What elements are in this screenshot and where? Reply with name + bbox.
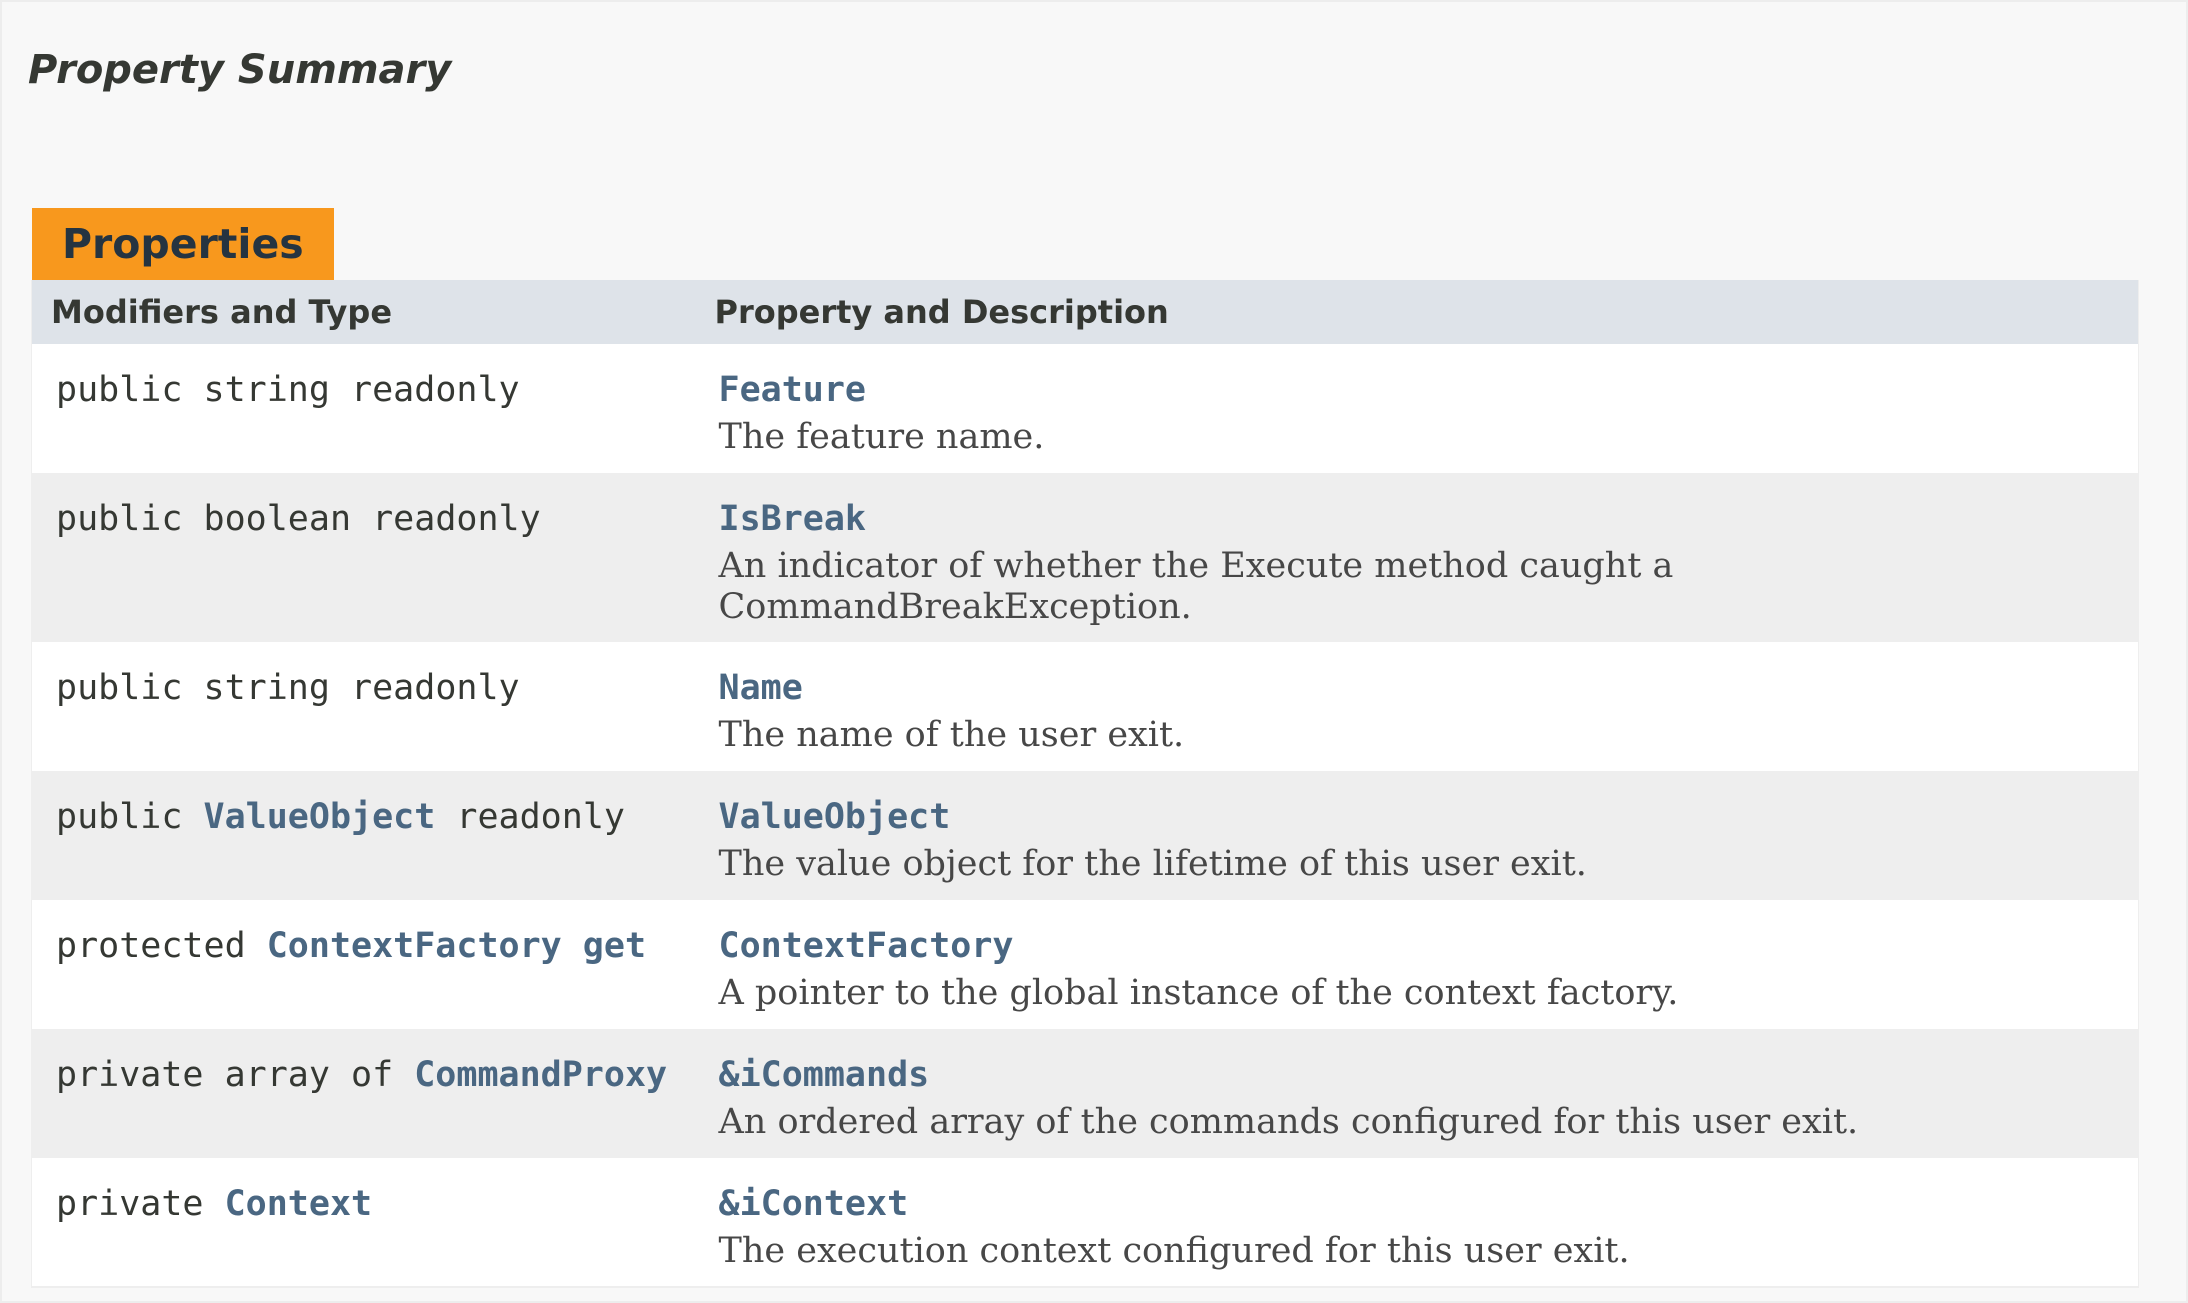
property-description: An indicator of whether the Execute meth… <box>718 546 1674 627</box>
property-and-description-cell: &iContext The execution context configure… <box>680 1158 2139 1287</box>
property-and-description-cell: ContextFactory A pointer to the global in… <box>680 900 2139 1029</box>
modifier-text: public <box>56 668 183 708</box>
modifiers-and-type-cell: public string readonly <box>31 344 681 473</box>
type-text: boolean <box>203 499 352 539</box>
type-text: string <box>203 370 330 410</box>
property-summary-block: Property Summary Properties Modifiers an… <box>0 0 2188 1303</box>
property-description: The value object for the lifetime of thi… <box>718 844 1587 884</box>
modifier-text: public <box>56 370 183 410</box>
type-text: string <box>203 668 330 708</box>
modifier-text: public <box>56 797 183 837</box>
property-description: The execution context configured for thi… <box>718 1231 1630 1271</box>
property-and-description-cell: Feature The feature name. <box>680 344 2139 473</box>
property-and-description-cell: ValueObject The value object for the life… <box>680 771 2139 900</box>
modifiers-and-type-cell: public boolean readonly <box>31 473 681 642</box>
type-link[interactable]: Context <box>225 1184 373 1224</box>
property-name-link[interactable]: ContextFactory <box>719 918 2119 974</box>
property-and-description-cell: Name The name of the user exit. <box>680 642 2139 771</box>
type-link[interactable]: ContextFactory get <box>267 926 646 966</box>
modifiers-and-type-cell: public string readonly <box>31 642 681 771</box>
table-row: private Context &iContext The execution co… <box>31 1158 2139 1287</box>
modifiers-and-type-cell: private Context <box>31 1158 681 1287</box>
type-link[interactable]: ValueObject <box>204 797 436 837</box>
property-name-link[interactable]: &iContext <box>719 1176 2119 1232</box>
properties-caption: Properties <box>32 208 334 280</box>
property-description: The name of the user exit. <box>718 715 1185 755</box>
modifier-text: private <box>56 1184 204 1224</box>
table-row: public string readonly Name The name of th… <box>31 642 2139 771</box>
readonly-modifier: readonly <box>372 499 541 539</box>
modifier-text: protected <box>56 926 246 966</box>
table-header-row: Modifiers and Type Property and Descript… <box>31 280 2139 344</box>
properties-table: Modifiers and Type Property and Descript… <box>31 280 2139 1288</box>
property-name-link[interactable]: Feature <box>719 362 2119 418</box>
readonly-modifier: readonly <box>351 370 520 410</box>
header-property-and-description: Property and Description <box>680 280 2139 344</box>
header-modifiers-and-type: Modifiers and Type <box>31 280 681 344</box>
type-link[interactable]: CommandProxy <box>414 1055 667 1095</box>
property-description: The feature name. <box>718 417 1045 457</box>
table-row: public string readonly Feature The feature… <box>31 344 2139 473</box>
modifiers-and-type-cell: public ValueObject readonly <box>31 771 681 900</box>
property-name-link[interactable]: &iCommands <box>719 1047 2119 1103</box>
property-name-link[interactable]: Name <box>719 660 2119 716</box>
property-description: A pointer to the global instance of the … <box>718 973 1679 1013</box>
property-and-description-cell: IsBreak An indicator of whether the Execu… <box>680 473 2139 642</box>
table-row: public ValueObject readonly ValueObject Th… <box>31 771 2139 900</box>
table-row: public boolean readonly IsBreak An indicat… <box>31 473 2139 642</box>
readonly-modifier: readonly <box>456 797 625 837</box>
property-description: An ordered array of the commands configu… <box>718 1102 1859 1142</box>
property-and-description-cell: &iCommands An ordered array of the comman… <box>680 1029 2139 1158</box>
readonly-modifier: readonly <box>351 668 520 708</box>
property-name-link[interactable]: ValueObject <box>719 789 2119 845</box>
summary-title: Property Summary <box>28 47 452 93</box>
table-row: private array of CommandProxy &iCommands A… <box>31 1029 2139 1158</box>
property-name-link[interactable]: IsBreak <box>719 491 2119 547</box>
modifier-text: private array of <box>56 1055 394 1095</box>
modifiers-and-type-cell: private array of CommandProxy <box>31 1029 681 1158</box>
modifier-text: public <box>56 499 183 539</box>
modifiers-and-type-cell: protected ContextFactory get <box>31 900 681 1029</box>
table-row: protected ContextFactory get ContextFacto… <box>31 900 2139 1029</box>
